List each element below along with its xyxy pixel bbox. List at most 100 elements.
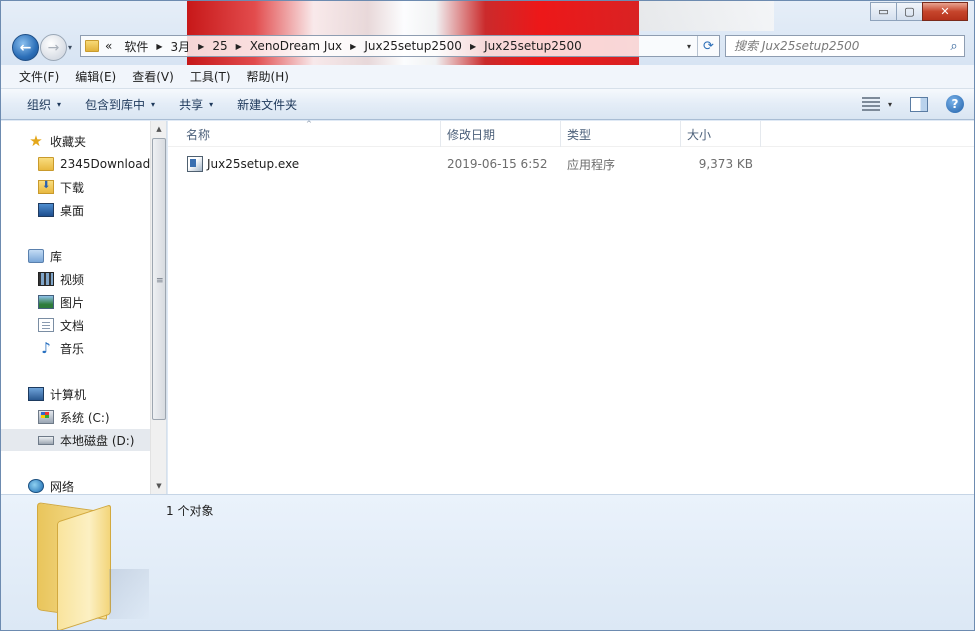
nav-label: 文档: [60, 318, 85, 333]
share-button[interactable]: 共享 ▾: [167, 96, 225, 113]
nav-item-desktop[interactable]: 桌面: [1, 199, 150, 221]
chevron-down-icon: ▾: [151, 99, 156, 109]
breadcrumb-software[interactable]: 软件: [118, 38, 154, 55]
refresh-icon: ⟳: [703, 38, 714, 54]
menu-tools[interactable]: 工具(T): [182, 68, 239, 85]
nav-favorites[interactable]: ★ 收藏夹: [1, 130, 150, 152]
system-drive-icon: [38, 410, 54, 424]
include-in-library-button[interactable]: 包含到库中 ▾: [73, 96, 167, 113]
refresh-button[interactable]: ⟳: [697, 36, 719, 56]
address-overflow-chevron[interactable]: «: [99, 39, 118, 53]
large-folder-icon: [31, 499, 149, 630]
breadcrumb-arrow-icon[interactable]: ▶: [348, 42, 358, 51]
video-library-icon: [38, 272, 54, 286]
music-note-icon: ♪: [41, 339, 51, 357]
column-headers: ^ 名称 修改日期 类型 大小: [168, 120, 974, 147]
nav-item-music[interactable]: ♪ 音乐: [1, 337, 150, 359]
new-folder-button[interactable]: 新建文件夹: [225, 96, 309, 113]
address-bar[interactable]: « 软件 ▶ 3月 ▶ 25 ▶ XenoDream Jux ▶ Jux25setup2…: [80, 35, 720, 57]
help-icon[interactable]: ?: [946, 95, 964, 113]
folder-icon: [85, 40, 99, 52]
nav-item-drive-d[interactable]: 本地磁盘 (D:): [1, 429, 150, 451]
nav-item-pictures[interactable]: 图片: [1, 291, 150, 313]
nav-item-2345downloads[interactable]: 2345Downloads: [1, 153, 156, 175]
documents-library-icon: [38, 318, 54, 332]
nav-label: 2345Downloads: [60, 157, 157, 171]
file-size: 9,373 KB: [698, 157, 753, 171]
nav-item-documents[interactable]: 文档: [1, 314, 150, 336]
minimize-button[interactable]: ▭: [870, 2, 897, 21]
forward-button[interactable]: →: [40, 34, 67, 61]
breadcrumb-jux-parent[interactable]: Jux25setup2500: [358, 39, 468, 53]
search-icon[interactable]: ⌕: [944, 39, 964, 54]
table-row[interactable]: Jux25setup.exe 2019-06-15 6:52 应用程序 9,37…: [168, 153, 974, 175]
command-bar: 组织 ▾ 包含到库中 ▾ 共享 ▾ 新建文件夹 ▾ ?: [1, 89, 974, 120]
nav-item-drive-c[interactable]: 系统 (C:): [1, 406, 150, 428]
address-dropdown-button[interactable]: ▾: [681, 42, 697, 51]
nav-libraries[interactable]: 库: [1, 245, 150, 267]
breadcrumb-arrow-icon[interactable]: ▶: [234, 42, 244, 51]
menu-bar: 文件(F) 编辑(E) 查看(V) 工具(T) 帮助(H): [1, 65, 974, 89]
explorer-window: ▭ ▢ ✕ ← → ▾ « 软件 ▶ 3月 ▶ 25 ▶ XenoDream Jux ▶…: [0, 0, 975, 631]
nav-item-videos[interactable]: 视频: [1, 268, 150, 290]
column-label: 修改日期: [447, 127, 496, 142]
nav-label: 视频: [60, 272, 85, 287]
maximize-button[interactable]: ▢: [896, 2, 923, 21]
breadcrumb-xenodream[interactable]: XenoDream Jux: [244, 39, 348, 53]
include-in-library-label: 包含到库中: [85, 97, 146, 112]
menu-file[interactable]: 文件(F): [11, 68, 67, 85]
file-modified: 2019-06-15 6:52: [447, 157, 548, 171]
nav-label: 图片: [60, 295, 85, 310]
scrollbar-thumb[interactable]: ≡: [152, 138, 166, 420]
computer-icon: [28, 387, 44, 401]
item-count: 1 个对象: [166, 504, 214, 518]
search-input[interactable]: [726, 39, 944, 53]
nav-label: 桌面: [60, 203, 85, 218]
column-header-size[interactable]: 大小: [681, 121, 761, 147]
breadcrumb-march[interactable]: 3月: [165, 38, 197, 55]
nav-label: 本地磁盘 (D:): [60, 433, 135, 448]
nav-computer[interactable]: 计算机: [1, 383, 150, 405]
desktop-icon: [38, 203, 54, 217]
view-options-icon[interactable]: [860, 96, 882, 112]
file-list: ^ 名称 修改日期 类型 大小 Jux25setup.exe 2019-06-1…: [168, 120, 974, 494]
search-box[interactable]: ⌕: [725, 35, 965, 57]
column-header-modified[interactable]: 修改日期: [441, 121, 561, 147]
menu-view[interactable]: 查看(V): [124, 68, 182, 85]
preview-pane-icon[interactable]: [910, 96, 928, 112]
nav-label: 网络: [50, 479, 75, 494]
column-header-name[interactable]: 名称: [180, 121, 441, 147]
breadcrumb-25[interactable]: 25: [206, 39, 233, 53]
view-options-dropdown[interactable]: ▾: [888, 100, 892, 109]
nav-label: 系统 (C:): [60, 410, 110, 425]
share-label: 共享: [179, 97, 204, 112]
navigation-pane: ★ 收藏夹 2345Downloads 下载 桌面 库 视频 图片: [1, 121, 167, 494]
scroll-up-arrow-icon[interactable]: ▲: [151, 121, 166, 137]
breadcrumb-current[interactable]: Jux25setup2500: [478, 39, 588, 53]
chevron-down-icon: ▾: [209, 99, 214, 109]
back-button[interactable]: ←: [12, 34, 39, 61]
column-label: 名称: [186, 127, 211, 142]
title-bar: ▭ ▢ ✕ ← → ▾ « 软件 ▶ 3月 ▶ 25 ▶ XenoDream Jux ▶…: [1, 1, 974, 65]
breadcrumb-arrow-icon[interactable]: ▶: [196, 42, 206, 51]
column-label: 大小: [687, 127, 712, 142]
scroll-down-arrow-icon[interactable]: ▼: [151, 478, 166, 494]
forward-arrow-icon: →: [47, 39, 60, 56]
close-button[interactable]: ✕: [922, 2, 968, 21]
scroll-grip-icon: ≡: [156, 276, 164, 286]
menu-edit[interactable]: 编辑(E): [67, 68, 124, 85]
nav-network[interactable]: 网络: [1, 475, 150, 494]
nav-item-downloads[interactable]: 下载: [1, 176, 150, 198]
nav-scrollbar[interactable]: ▲ ≡ ▼: [150, 121, 166, 494]
breadcrumb-arrow-icon[interactable]: ▶: [154, 42, 164, 51]
column-header-type[interactable]: 类型: [561, 121, 681, 147]
breadcrumb-arrow-icon[interactable]: ▶: [468, 42, 478, 51]
file-name-cell[interactable]: Jux25setup.exe: [187, 153, 299, 175]
star-icon: ★: [29, 132, 43, 150]
recent-pages-dropdown[interactable]: ▾: [68, 43, 72, 52]
organize-button[interactable]: 组织 ▾: [15, 96, 73, 113]
hard-drive-icon: [38, 435, 54, 445]
application-icon: [187, 156, 203, 172]
menu-help[interactable]: 帮助(H): [239, 68, 297, 85]
folder-icon: [38, 157, 54, 171]
